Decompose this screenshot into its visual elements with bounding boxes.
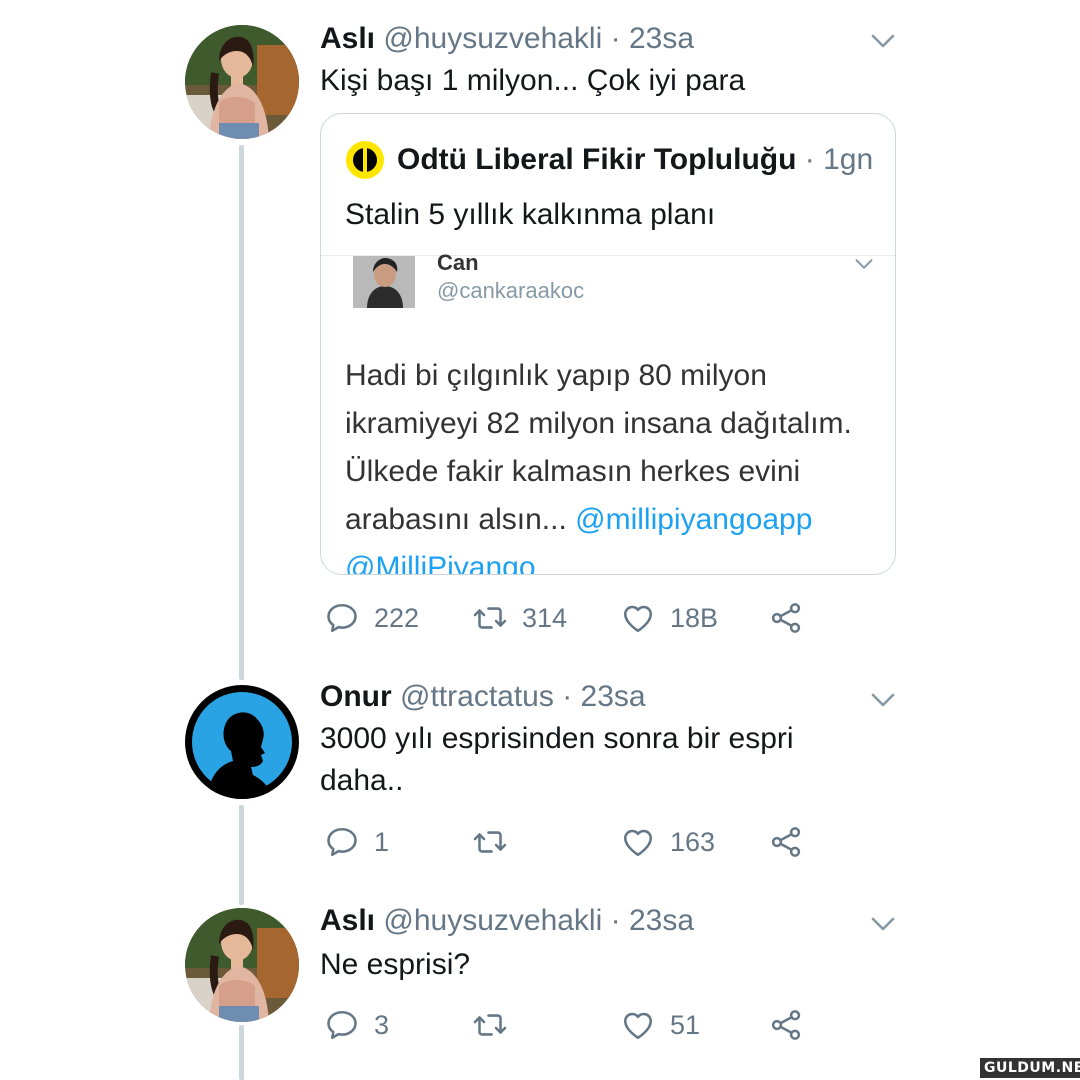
- avatar[interactable]: [185, 685, 299, 799]
- retweet-icon: [472, 600, 508, 636]
- like-count: 163: [670, 826, 716, 857]
- reply-button[interactable]: 1: [324, 822, 389, 862]
- retweet-count: 314: [522, 602, 568, 633]
- timestamp[interactable]: 23sa: [581, 680, 646, 713]
- like-button[interactable]: 18B: [620, 598, 718, 638]
- tweet-actions: 1 163: [320, 822, 840, 862]
- avatar[interactable]: [185, 908, 299, 1022]
- timestamp[interactable]: 23sa: [629, 904, 694, 937]
- author-name[interactable]: Onur: [320, 680, 392, 713]
- mention-link: @millipiyangoapp: [575, 503, 813, 536]
- avatar-image: [185, 25, 299, 139]
- like-count: 18B: [670, 602, 719, 633]
- embedded-tweet-body: Hadi bi çılgınlık yapıp 80 milyon ikrami…: [345, 352, 885, 575]
- tweet-text-line: 3000 yılı esprisinden sonra bir espri: [320, 722, 794, 755]
- tweet-actions: 222 314 18B: [320, 598, 840, 638]
- reply-count: 222: [374, 602, 420, 633]
- tweet-text-line: daha..: [320, 764, 404, 797]
- thread-line-lower: [239, 1025, 244, 1080]
- like-button[interactable]: 163: [620, 822, 715, 862]
- retweet-icon: [472, 824, 508, 860]
- tweet-actions: 3 51: [320, 1005, 840, 1045]
- like-button[interactable]: 51: [620, 1005, 700, 1045]
- tweet-header: Aslı @huysuzvehakli · 23sa: [320, 903, 694, 939]
- reply-button[interactable]: 222: [324, 598, 419, 638]
- embedded-body-line: Ülkede fakir kalmasın herkes evini: [345, 455, 801, 488]
- author-name[interactable]: Aslı: [320, 904, 375, 937]
- share-icon: [768, 824, 804, 860]
- share-button[interactable]: [768, 598, 818, 638]
- separator: ·: [610, 904, 621, 937]
- tweet-text: 3000 yılı esprisinden sonra bir espri da…: [320, 718, 880, 802]
- tweet-text: Ne esprisi?: [320, 948, 471, 981]
- share-button[interactable]: [768, 822, 818, 862]
- author-handle[interactable]: @huysuzvehakli: [383, 904, 602, 937]
- chevron-down-icon[interactable]: [870, 916, 896, 932]
- tweet-header: Aslı @huysuzvehakli · 23sa: [320, 21, 694, 57]
- embedded-author-name: Can: [437, 250, 479, 275]
- avatar[interactable]: [185, 25, 299, 139]
- share-icon: [768, 600, 804, 636]
- reply-icon: [324, 824, 360, 860]
- quoted-tweet-text: Stalin 5 yıllık kalkınma planı: [345, 198, 716, 231]
- share-button[interactable]: [768, 1005, 818, 1045]
- heart-icon: [620, 600, 656, 636]
- like-count: 51: [670, 1009, 701, 1040]
- tweet-header: Onur @ttractatus · 23sa: [320, 679, 646, 715]
- retweet-icon: [472, 1007, 508, 1043]
- avatar-image: [185, 685, 299, 799]
- quoted-tweet-header: Odtü Liberal Fikir Topluluğu · 1gn: [345, 140, 873, 180]
- embedded-body-line: Hadi bi çılgınlık yapıp 80 milyon: [345, 359, 767, 392]
- embedded-body-line: arabasını alsın... @millipiyangoapp: [345, 496, 885, 544]
- chevron-down-icon: [853, 258, 875, 270]
- separator: ·: [610, 22, 621, 55]
- heart-icon: [620, 824, 656, 860]
- embedded-author-handle: @cankaraakoc: [437, 278, 585, 303]
- reply-count: 3: [374, 1009, 390, 1040]
- reply-count: 1: [374, 826, 390, 857]
- retweet-button[interactable]: 314: [472, 598, 567, 638]
- author-handle[interactable]: @ttractatus: [400, 680, 554, 713]
- separator: ·: [804, 143, 815, 176]
- quoted-timestamp[interactable]: 1gn: [823, 143, 873, 177]
- heart-icon: [620, 1007, 656, 1043]
- separator: ·: [562, 680, 573, 713]
- retweet-button[interactable]: [472, 822, 522, 862]
- share-icon: [768, 1007, 804, 1043]
- reply-button[interactable]: 3: [324, 1005, 389, 1045]
- watermark: GULDUM.NET: [980, 1058, 1080, 1078]
- embedded-body-text: arabasını alsın...: [345, 503, 567, 536]
- odtu-logo-icon: [345, 140, 385, 180]
- thread-line-middle: [239, 805, 244, 905]
- avatar-image: [185, 908, 299, 1022]
- author-handle[interactable]: @huysuzvehakli: [383, 22, 602, 55]
- reply-icon: [324, 600, 360, 636]
- timestamp[interactable]: 23sa: [629, 22, 694, 55]
- quoted-tweet[interactable]: Odtü Liberal Fikir Topluluğu · 1gn Stali…: [320, 113, 896, 575]
- embedded-avatar: [353, 256, 415, 308]
- author-name[interactable]: Aslı: [320, 22, 375, 55]
- quoted-author-name[interactable]: Odtü Liberal Fikir Topluluğu: [397, 143, 796, 177]
- tweet-text: Kişi başı 1 milyon... Çok iyi para: [320, 64, 746, 97]
- mention-link: @MilliPiyango: [345, 551, 536, 575]
- embedded-body-line: ikramiyeyi 82 milyon insana dağıtalım.: [345, 407, 852, 440]
- embedded-screenshot[interactable]: Can @cankaraakoc Hadi bi çılgınlık yapıp…: [321, 250, 895, 575]
- chevron-down-icon[interactable]: [870, 692, 896, 708]
- retweet-button[interactable]: [472, 1005, 522, 1045]
- thread-line-upper: [239, 145, 244, 680]
- reply-icon: [324, 1007, 360, 1043]
- chevron-down-icon[interactable]: [870, 33, 896, 49]
